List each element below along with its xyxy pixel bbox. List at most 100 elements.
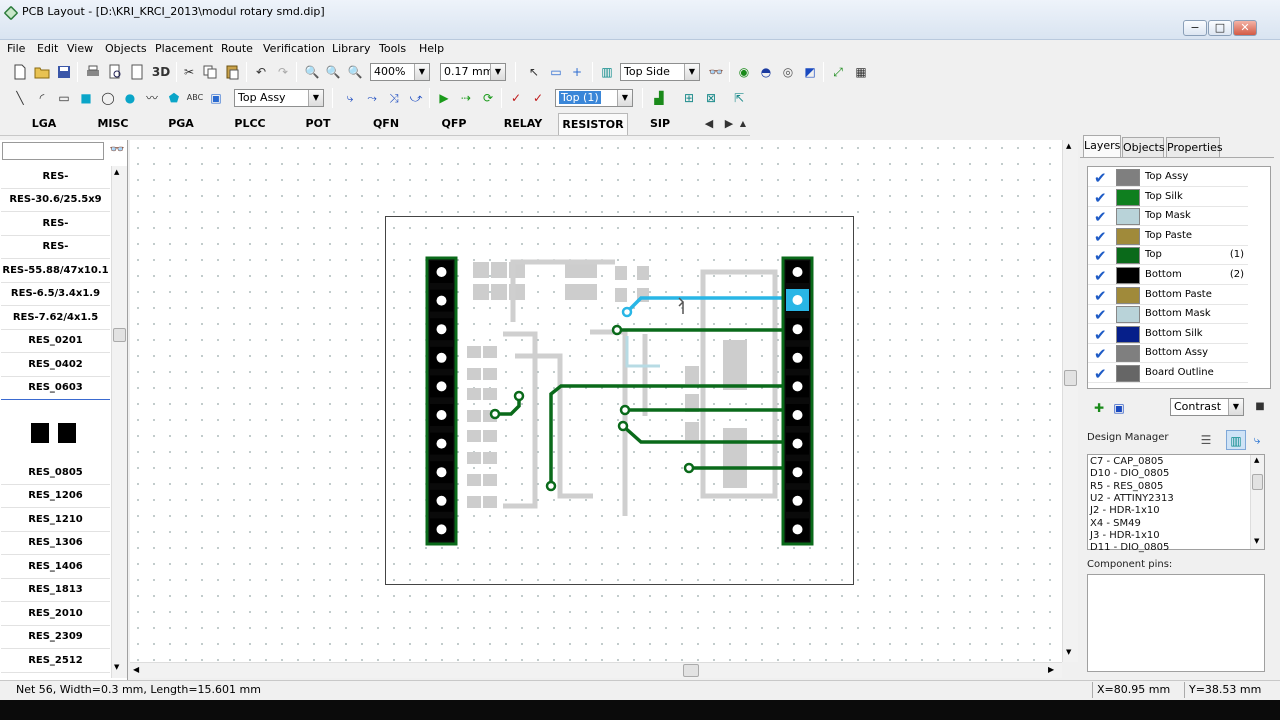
library-item[interactable]: RES_0805	[1, 462, 110, 485]
grid-combo[interactable]: 0.17 mm ▼	[440, 63, 506, 81]
chevron-down-icon[interactable]: ▼	[1254, 537, 1259, 545]
polygon-icon[interactable]: ◩	[800, 62, 820, 82]
hole-icon[interactable]: ◎	[778, 62, 798, 82]
menu-help[interactable]: Help	[419, 42, 444, 55]
print-icon[interactable]	[83, 62, 103, 82]
design-manager-item[interactable]: X4 - SM49	[1090, 518, 1141, 530]
layer-row[interactable]: ✔ Bottom Silk	[1088, 325, 1248, 344]
paste-icon[interactable]	[222, 62, 242, 82]
check-icon[interactable]: ✔	[1094, 170, 1110, 186]
library-item[interactable]: RES_1206	[1, 485, 110, 508]
library-item[interactable]: RES_2010	[1, 603, 110, 626]
library-item-selected[interactable]: RES_0603	[1, 377, 110, 400]
open-folder-icon[interactable]	[32, 62, 52, 82]
check-icon[interactable]: ✔	[1094, 327, 1110, 343]
check-icon[interactable]: ✔	[1094, 209, 1110, 225]
check-icon[interactable]: ✔	[1094, 229, 1110, 245]
chevron-up-icon[interactable]: ▲	[1254, 456, 1259, 464]
via-icon[interactable]: ◓	[756, 62, 776, 82]
chevron-left-icon[interactable]: ◀	[699, 114, 719, 134]
library-item[interactable]: RES_2512	[1, 650, 110, 673]
image-tool-icon[interactable]: ▣	[206, 88, 226, 108]
tab-objects[interactable]: Objects	[1122, 137, 1165, 157]
zoom-fit-icon[interactable]: 🔍	[345, 62, 365, 82]
route-bend-icon[interactable]: ⤻	[406, 88, 426, 108]
arc-tool-icon[interactable]: ◜	[32, 88, 52, 108]
menu-view[interactable]: View	[67, 42, 93, 55]
polygon-tool-icon[interactable]: ⬟	[164, 88, 184, 108]
chevron-right-icon[interactable]: ▶	[1048, 665, 1054, 674]
text-tool-icon[interactable]: ABC	[185, 88, 205, 108]
check-icon[interactable]: ✔	[1094, 248, 1110, 264]
package-tab-sip[interactable]: SIP	[632, 113, 688, 135]
library-item[interactable]: RES_0201	[1, 330, 110, 353]
close-button[interactable]: ✕	[1233, 20, 1257, 36]
zoom-in-icon[interactable]: 🔍	[302, 62, 322, 82]
layer-color-swatch[interactable]	[1116, 267, 1140, 284]
library-search-input[interactable]	[2, 142, 104, 160]
layer-color-swatch[interactable]	[1116, 345, 1140, 363]
layer-color-swatch[interactable]	[1116, 208, 1140, 226]
layer-color-swatch[interactable]	[1116, 365, 1140, 382]
check-icon[interactable]: ✔	[1094, 366, 1110, 382]
component-icon[interactable]: ▥	[597, 62, 617, 82]
library-item[interactable]: RES_1406	[1, 556, 110, 579]
chevron-left-icon[interactable]: ◀	[133, 665, 139, 674]
menu-edit[interactable]: Edit	[37, 42, 58, 55]
package-tab-plcc[interactable]: PLCC	[218, 113, 282, 135]
drc-icon[interactable]: ✓	[506, 88, 526, 108]
check-icon[interactable]: ✔	[1094, 268, 1110, 284]
select-pointer-icon[interactable]: ↖	[524, 62, 544, 82]
menu-route[interactable]: Route	[221, 42, 253, 55]
library-item[interactable]: RES-30.48/22.9x6.3	[1, 166, 110, 204]
binoculars-icon[interactable]: 👓	[108, 142, 126, 160]
route-icon[interactable]: ⤷	[340, 88, 360, 108]
package-tab-qfn[interactable]: QFN	[355, 113, 417, 135]
refresh-icon[interactable]: ⟳	[478, 88, 498, 108]
new-file-icon[interactable]	[10, 62, 30, 82]
layer-row[interactable]: ✔ Top Silk	[1088, 188, 1248, 207]
filled-ellipse-icon[interactable]: ●	[120, 88, 140, 108]
drawing-layer-combo[interactable]: Top Assy ▼	[234, 89, 324, 107]
route-split-icon[interactable]: ⤨	[384, 88, 404, 108]
zoom-combo[interactable]: 400% ▼	[370, 63, 430, 81]
scroll-thumb[interactable]	[683, 664, 699, 677]
components-filter-icon[interactable]: ▥	[1226, 430, 1246, 450]
minimize-button[interactable]: −	[1183, 20, 1207, 36]
menu-library[interactable]: Library	[332, 42, 370, 55]
package-tab-misc[interactable]: MISC	[82, 113, 144, 135]
dimension-icon[interactable]: ⤢	[828, 62, 848, 82]
library-item[interactable]: RES_0402	[1, 354, 110, 377]
menu-objects[interactable]: Objects	[105, 42, 147, 55]
layer-color-swatch[interactable]	[1116, 188, 1140, 206]
undo-icon[interactable]: ↶	[251, 62, 271, 82]
maximize-button[interactable]: □	[1208, 20, 1232, 36]
design-manager-item[interactable]: J2 - HDR-1x10	[1090, 505, 1160, 517]
check-icon[interactable]: ✔	[1094, 288, 1110, 304]
tab-layers[interactable]: Layers	[1083, 135, 1121, 157]
color-square-icon[interactable]: ■	[1250, 397, 1270, 417]
menu-verification[interactable]: Verification	[263, 42, 325, 55]
layer-row[interactable]: ✔ Top Mask	[1088, 207, 1248, 227]
add-layer-icon[interactable]: ✚	[1089, 398, 1109, 418]
layer-row[interactable]: ✔ Bottom Assy	[1088, 344, 1248, 364]
grid-toggle-icon[interactable]: ▦	[851, 62, 871, 82]
ellipse-tool-icon[interactable]: ◯	[98, 88, 118, 108]
chevron-down-icon[interactable]: ▼	[114, 663, 119, 671]
layer-color-swatch[interactable]	[1116, 227, 1140, 245]
erc-icon[interactable]: ✓	[528, 88, 548, 108]
design-manager-scrollbar[interactable]: ▲ ▼	[1250, 455, 1264, 549]
library-item[interactable]: RES_1306	[1, 532, 110, 555]
tab-properties[interactable]: Properties	[1166, 137, 1223, 157]
library-item[interactable]: RES_1210	[1, 509, 110, 532]
package-tab-qfp[interactable]: QFP	[423, 113, 485, 135]
layer-color-swatch[interactable]	[1116, 325, 1140, 343]
design-manager-item[interactable]: U2 - ATTINY2313	[1090, 493, 1174, 505]
polyline-tool-icon[interactable]: 〰	[142, 88, 162, 108]
list-icon[interactable]: ☰	[1196, 430, 1216, 450]
design-manager-item[interactable]: C7 - CAP_0805	[1090, 456, 1164, 468]
layer-row[interactable]: ✔ Bottom Paste	[1088, 286, 1248, 305]
rectangle-tool-icon[interactable]: ▭	[54, 88, 74, 108]
library-item[interactable]: RES-6.5/3.4x1.9	[1, 283, 110, 306]
layer-color-swatch[interactable]	[1116, 306, 1140, 324]
